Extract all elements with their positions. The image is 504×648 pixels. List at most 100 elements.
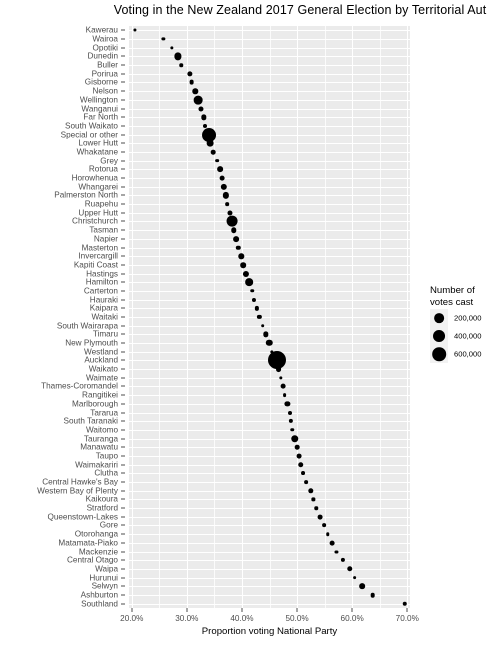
legend-item: 200,000 [430, 309, 504, 327]
y-axis-tick-label: Kaipara [89, 303, 118, 313]
data-point [231, 227, 237, 233]
y-axis-tick [121, 307, 125, 309]
y-axis-tick [121, 542, 125, 544]
gridline-horizontal [129, 395, 410, 397]
data-point [296, 453, 302, 459]
y-axis-tick [121, 47, 125, 49]
data-point [307, 488, 314, 494]
gridline-horizontal [129, 534, 410, 536]
y-axis-tick-label: Lower Hutt [78, 138, 118, 148]
y-axis-tick-label: Tasman [89, 225, 118, 235]
data-point [210, 149, 216, 155]
data-point [250, 289, 254, 293]
y-axis-tick [121, 333, 125, 335]
data-point [189, 80, 194, 85]
data-point [252, 297, 257, 302]
y-axis-tick-label: Buller [97, 60, 118, 70]
y-axis-tick [121, 108, 125, 110]
gridline-horizontal [129, 204, 410, 206]
y-axis-tick-label: Christchurch [72, 216, 118, 226]
data-point [340, 558, 346, 563]
y-axis-tick-label: Hurunui [89, 573, 118, 583]
data-point [287, 410, 292, 415]
legend-key-swatch [430, 309, 448, 327]
y-axis-tick-label: Rotorua [88, 164, 118, 174]
data-point [266, 339, 273, 347]
gridline-horizontal [129, 169, 410, 171]
x-axis-tick-label: 20.0% [120, 614, 144, 623]
legend-title-line: votes cast [430, 297, 474, 308]
data-point [311, 497, 315, 502]
gridline-horizontal [129, 238, 410, 240]
x-axis-tick-label: 70.0% [395, 614, 419, 623]
y-axis-tick [121, 264, 125, 266]
data-point [280, 384, 286, 389]
gridline-horizontal [129, 91, 410, 93]
y-axis-tick [121, 385, 125, 387]
gridline-horizontal [129, 186, 410, 188]
y-axis-tick [121, 220, 125, 222]
y-axis-tick-label: Matamata-Piako [58, 538, 118, 548]
gridline-horizontal [129, 412, 410, 414]
y-axis-tick-label: Selwyn [91, 581, 118, 591]
data-point [243, 270, 250, 277]
y-axis-tick-label: Kawerau [85, 25, 118, 35]
y-axis-tick [121, 299, 125, 301]
gridline-horizontal [129, 30, 410, 32]
y-axis-tick [121, 81, 125, 83]
gridline-horizontal [129, 542, 410, 544]
y-axis-tick [121, 38, 125, 40]
y-axis-tick [121, 316, 125, 318]
plot-panel [129, 26, 410, 608]
y-axis-tick-label: Whakatane [76, 147, 118, 157]
y-axis-tick-label: Hauraki [89, 295, 118, 305]
y-axis-tick-label: Manawatu [80, 442, 118, 452]
gridline-horizontal [129, 160, 410, 162]
y-axis-tick [121, 507, 125, 509]
chart-title-text: Voting in the New Zealand 2017 General E… [113, 3, 487, 17]
data-point [284, 401, 290, 407]
y-axis-tick-label: Gisborne [84, 77, 118, 87]
y-axis-tick [121, 420, 125, 422]
gridline-horizontal [129, 290, 410, 292]
data-point [200, 114, 207, 120]
y-axis-tick [121, 194, 125, 196]
data-point [314, 506, 318, 510]
legend-item-label: 400,000 [454, 331, 482, 341]
data-point [206, 139, 214, 147]
y-axis-tick-label: Waipa [95, 564, 118, 574]
y-axis-tick [121, 177, 125, 179]
y-axis-tick-label: Tauranga [83, 434, 118, 444]
y-axis-tick-label: Hamilton [85, 277, 118, 287]
gridline-horizontal [129, 134, 410, 136]
data-point [217, 166, 224, 173]
gridline-horizontal [129, 421, 410, 423]
y-axis-tick-label: Hastings [86, 269, 118, 279]
gridline-horizontal [129, 447, 410, 449]
data-point [227, 210, 233, 216]
data-point [321, 523, 326, 528]
y-axis-tick [121, 577, 125, 579]
x-axis-tick [131, 608, 133, 612]
gridline-horizontal [129, 508, 410, 510]
x-axis-tick [406, 608, 408, 612]
gridline-horizontal [129, 39, 410, 41]
y-axis-tick-label: Invercargill [78, 251, 118, 261]
y-axis-tick [121, 342, 125, 344]
y-axis-tick-label: Southland [81, 599, 118, 609]
y-axis-tick [121, 273, 125, 275]
data-point [304, 480, 308, 484]
y-axis-tick [121, 160, 125, 162]
gridline-horizontal [129, 264, 410, 266]
y-axis-tick [121, 429, 125, 431]
y-axis-tick-label: Waitaki [91, 312, 118, 322]
y-axis-tick-label: Wanganui [81, 104, 118, 114]
legend-item: 600,000 [430, 345, 504, 363]
y-axis-tick [121, 168, 125, 170]
y-axis-tick-label: Western Bay of Plenty [37, 486, 118, 496]
data-point [297, 461, 304, 468]
gridline-horizontal [129, 482, 410, 484]
y-axis-tick [121, 55, 125, 57]
y-axis-tick-label: South Taranaki [63, 416, 118, 426]
data-point [161, 37, 166, 41]
